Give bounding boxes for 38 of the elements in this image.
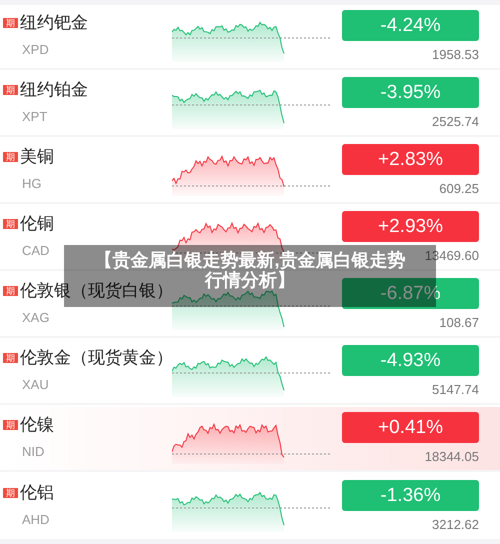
futures-badge: 期 [3,488,18,498]
futures-badge: 期 [3,18,18,28]
commodity-code: CAD [21,242,50,260]
price-value: 2525.74 [432,113,479,132]
commodity-name: 伦镍 [20,416,54,434]
commodity-code: XAG [21,308,50,327]
price-value: 1958.53 [432,46,479,64]
commodity-code: NID [21,442,44,461]
futures-badge: 期 [3,152,18,162]
futures-badge: 期 [3,420,18,430]
commodity-code: XAU [21,376,49,394]
commodity-name: 纽约钯金 [20,14,88,32]
change-percent-button[interactable]: -4.93% [342,345,479,376]
commodity-code: XPT [21,108,48,126]
futures-badge: 期 [3,218,18,229]
price-value: 609.25 [439,180,479,198]
change-percent-button[interactable]: -3.95% [342,77,479,108]
commodity-name: 伦敦金（现货黄金） [20,348,173,367]
price-value: 3212.62 [432,516,479,534]
commodity-name: 伦铝 [20,484,54,502]
price-value: 18344.05 [424,448,479,466]
commodity-name: 纽约铂金 [20,80,88,99]
change-percent-button[interactable]: -4.24% [342,10,479,42]
commodity-code: AHD [21,510,50,529]
futures-badge: 期 [3,352,18,363]
commodity-code: HG [21,174,42,193]
commodity-code: XPD [21,40,49,59]
highlighted-row[interactable]: 期 伦镍 NID +0.41% 18344.05 [0,407,500,472]
price-value: 108.67 [439,314,479,332]
commodity-name: 伦铜 [20,214,54,233]
change-percent-button[interactable]: -1.36% [342,480,479,512]
commodity-name: 美铜 [20,148,54,166]
futures-badge: 期 [3,84,18,95]
change-percent-button[interactable]: +2.83% [342,144,479,176]
futures-badge: 期 [3,286,18,296]
change-percent-button[interactable]: +2.93% [342,211,479,242]
change-percent-button[interactable]: +0.41% [342,412,479,444]
price-value: 5147.74 [432,381,479,400]
